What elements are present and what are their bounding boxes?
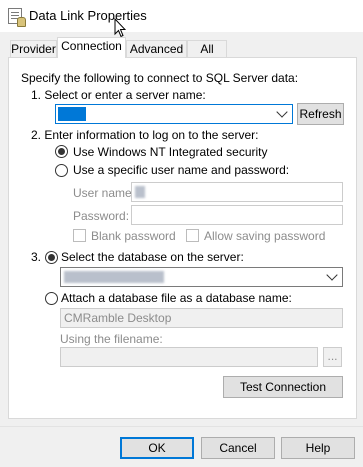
server-name-value bbox=[58, 107, 86, 121]
database-value bbox=[64, 271, 164, 283]
specific-user-radio[interactable] bbox=[55, 164, 68, 177]
username-label: User name: bbox=[73, 186, 136, 200]
select-database-label: Select the database on the server: bbox=[61, 250, 244, 264]
database-combobox[interactable] bbox=[60, 267, 343, 287]
nt-security-radio[interactable] bbox=[55, 145, 68, 158]
username-value bbox=[135, 186, 145, 198]
password-label: Password: bbox=[73, 209, 130, 223]
step3-label: 3. bbox=[31, 250, 42, 264]
select-database-radio[interactable] bbox=[45, 251, 58, 264]
step2-label: 2. Enter information to log on to the se… bbox=[31, 128, 259, 142]
test-connection-button[interactable]: Test Connection bbox=[223, 376, 343, 398]
filename-field[interactable] bbox=[60, 347, 318, 367]
specific-user-label: Use a specific user name and password: bbox=[73, 163, 290, 177]
server-name-combobox[interactable] bbox=[55, 104, 293, 124]
attach-database-radio[interactable] bbox=[45, 292, 58, 305]
password-field[interactable] bbox=[131, 205, 343, 225]
filename-label: Using the filename: bbox=[60, 332, 163, 346]
attach-name-field[interactable]: CMRamble Desktop bbox=[60, 308, 343, 328]
refresh-button[interactable]: Refresh bbox=[297, 103, 344, 125]
nt-security-label: Use Windows NT Integrated security bbox=[73, 145, 268, 159]
username-field[interactable] bbox=[131, 182, 343, 202]
browse-button[interactable]: ... bbox=[323, 347, 342, 367]
blank-password-checkbox[interactable] bbox=[73, 229, 86, 242]
blank-password-label: Blank password bbox=[91, 229, 176, 243]
attach-database-label: Attach a database file as a database nam… bbox=[61, 291, 292, 305]
allow-saving-label: Allow saving password bbox=[204, 229, 326, 243]
step1-label: 1. Select or enter a server name: bbox=[31, 88, 206, 102]
chevron-down-icon bbox=[326, 269, 338, 281]
attach-name-value: CMRamble Desktop bbox=[64, 311, 172, 325]
allow-saving-checkbox[interactable] bbox=[186, 229, 199, 242]
intro-text: Specify the following to connect to SQL … bbox=[21, 71, 299, 85]
chevron-down-icon bbox=[276, 106, 288, 118]
